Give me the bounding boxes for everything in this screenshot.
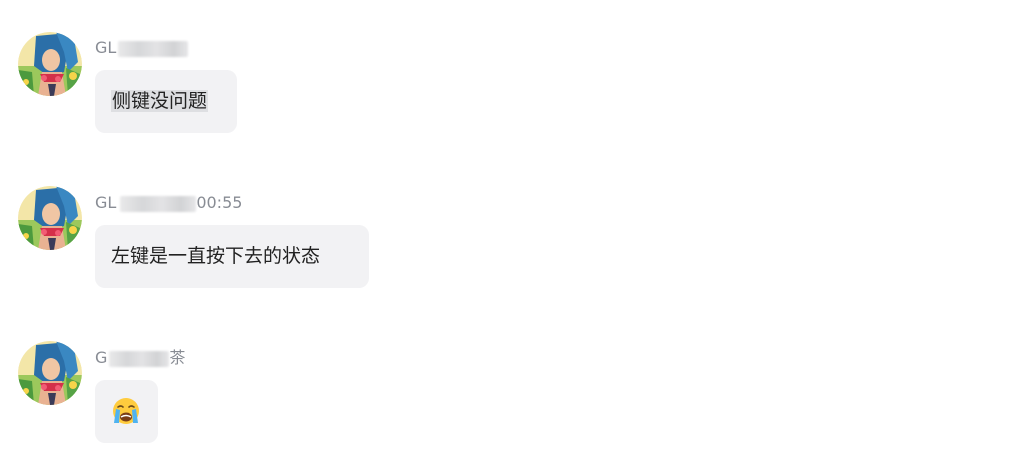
sender-name: GL: [95, 38, 189, 58]
message-text: 左键是一直按下去的状态: [111, 245, 321, 267]
redacted-sender: [109, 350, 170, 367]
avatar[interactable]: [18, 32, 82, 96]
message-text: 侧键没问题: [111, 90, 209, 112]
avatar[interactable]: [18, 186, 82, 250]
message-time: 00:55: [196, 193, 243, 212]
loudly-crying-face-icon: [113, 398, 139, 424]
sender-name-suffix: 茶: [169, 348, 186, 367]
avatar[interactable]: [18, 341, 82, 405]
sender-name: GL 00:55: [95, 193, 242, 213]
message-bubble[interactable]: 侧键没问题: [95, 70, 237, 133]
sender-name: G茶: [95, 348, 185, 368]
redacted-sender: [120, 195, 197, 212]
message-bubble[interactable]: 左键是一直按下去的状态: [95, 225, 369, 288]
sender-name-visible: GL: [95, 193, 117, 212]
sender-name-visible: G: [95, 348, 108, 367]
message-bubble[interactable]: [95, 380, 158, 443]
redacted-sender: [118, 40, 189, 57]
sender-name-visible: GL: [95, 38, 117, 57]
